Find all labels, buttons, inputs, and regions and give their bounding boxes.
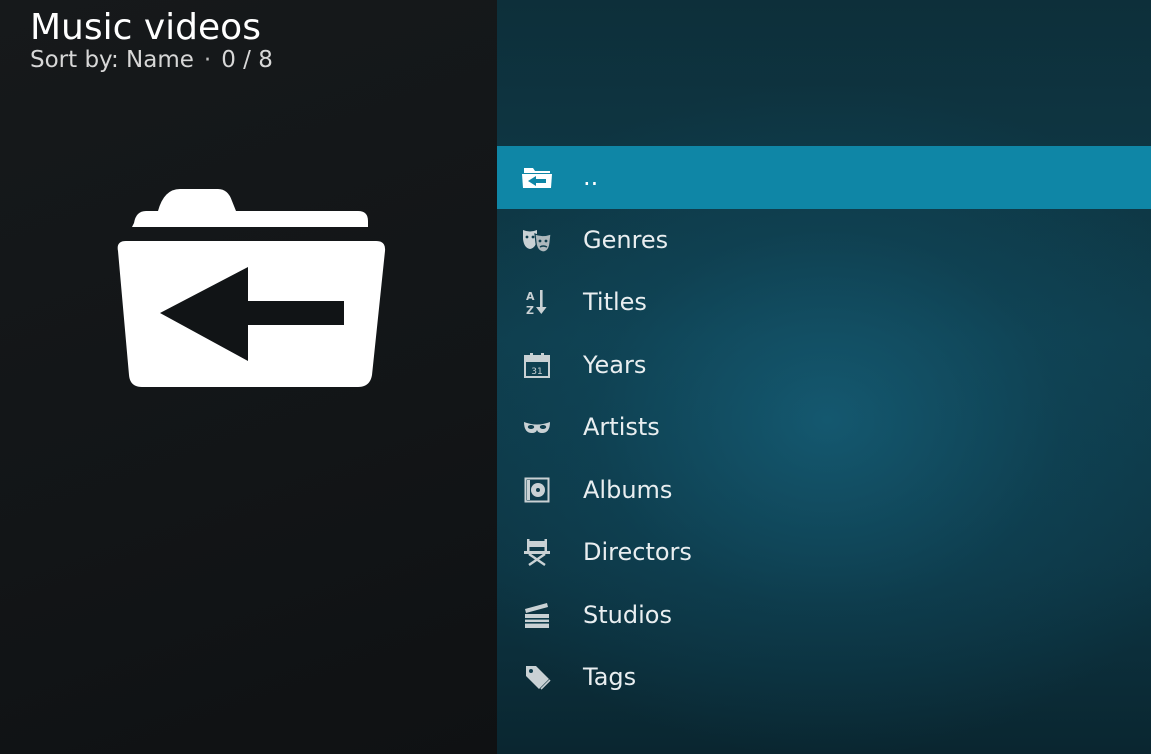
svg-text:Z: Z [526, 304, 534, 316]
sort-status: Sort by: Name · 0 / 8 [30, 46, 273, 74]
list-item-label: Genres [583, 225, 669, 254]
director-chair-icon [521, 536, 553, 568]
folder-back-icon [521, 161, 553, 193]
list-item-label: Titles [583, 288, 647, 317]
list-item-directors[interactable]: Directors [497, 521, 1151, 584]
svg-text:A: A [526, 290, 535, 303]
sort-az-icon: A Z [521, 286, 553, 318]
calendar-day: 31 [531, 367, 542, 377]
list-item-parent-folder[interactable]: .. [497, 146, 1151, 209]
list-item-label: Years [583, 350, 647, 379]
list-item-artists[interactable]: Artists [497, 396, 1151, 459]
sort-label[interactable]: Sort by: Name [30, 47, 194, 73]
list-item-label: Albums [583, 475, 673, 504]
list-item-label: Tags [583, 663, 637, 692]
clapperboard-icon [521, 599, 553, 631]
list-item-label: Artists [583, 413, 660, 442]
list-item-tags[interactable]: Tags [497, 646, 1151, 709]
folder-back-icon [110, 185, 390, 391]
list-item-genres[interactable]: Genres [497, 209, 1151, 272]
list-item-years[interactable]: 31 Years [497, 334, 1151, 397]
menu-list: .. Genres A Z Titles 31 Years Artists Al… [497, 146, 1151, 709]
separator: · [203, 47, 212, 73]
tag-icon [521, 661, 553, 693]
list-item-label: Directors [583, 538, 692, 567]
album-icon [521, 474, 553, 506]
page-title: Music videos [30, 7, 261, 48]
list-item-label: .. [583, 163, 599, 192]
mask-icon [521, 411, 553, 443]
calendar-icon: 31 [521, 349, 553, 381]
list-item-albums[interactable]: Albums [497, 459, 1151, 522]
item-position: 0 / 8 [221, 47, 273, 73]
theatre-masks-icon [521, 224, 553, 256]
list-item-label: Studios [583, 600, 672, 629]
list-item-studios[interactable]: Studios [497, 584, 1151, 647]
left-panel: Music videos Sort by: Name · 0 / 8 [0, 0, 497, 754]
list-item-titles[interactable]: A Z Titles [497, 271, 1151, 334]
